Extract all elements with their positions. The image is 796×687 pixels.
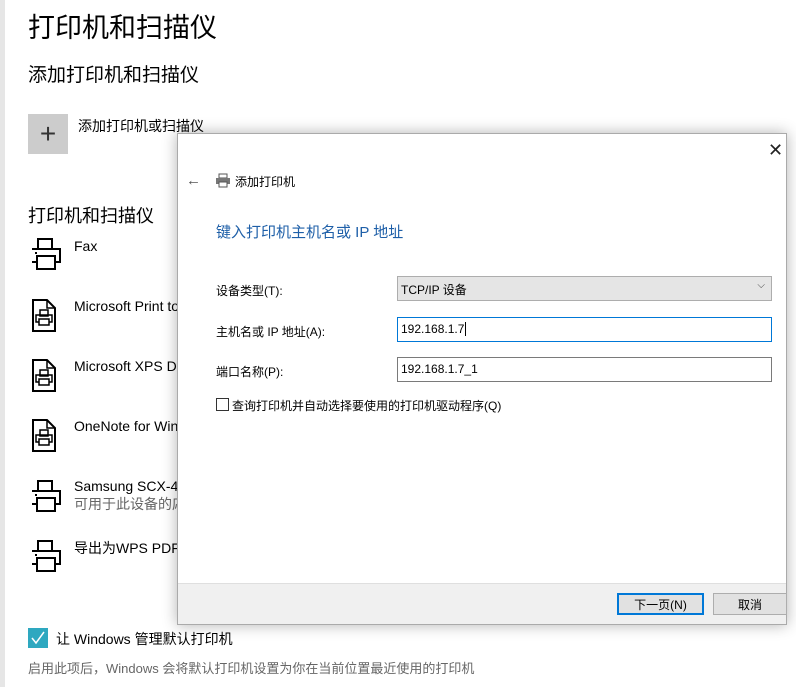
host-input[interactable]: 192.168.1.7 bbox=[397, 317, 772, 342]
add-printer-dialog: ✕ ← 添加打印机 键入打印机主机名或 IP 地址 设备类型(T): TCP/I… bbox=[177, 133, 787, 625]
printer-icon bbox=[28, 538, 64, 574]
printer-list-item[interactable]: Fax bbox=[28, 236, 188, 286]
left-edge-strip bbox=[0, 0, 5, 687]
host-label: 主机名或 IP 地址(A): bbox=[216, 325, 326, 339]
manage-default-description: 启用此项后，Windows 会将默认打印机设置为你在当前位置最近使用的打印机 bbox=[28, 661, 475, 676]
printer-status: 可用于此设备的応 bbox=[74, 496, 186, 512]
add-printer-button[interactable]: + bbox=[28, 114, 68, 154]
printer-list-item[interactable]: OneNote for Win bbox=[28, 416, 188, 466]
printer-icon bbox=[28, 236, 64, 272]
next-button[interactable]: 下一页(N) bbox=[617, 593, 704, 615]
document-printer-icon bbox=[28, 298, 64, 334]
printer-name: Microsoft XPS Do bbox=[74, 358, 185, 374]
manage-default-checkbox[interactable] bbox=[28, 628, 48, 648]
device-type-value: TCP/IP 设备 bbox=[401, 283, 467, 297]
printers-section-title: 打印机和扫描仪 bbox=[28, 206, 154, 226]
close-button[interactable]: ✕ bbox=[768, 140, 783, 161]
page-title: 打印机和扫描仪 bbox=[28, 13, 217, 43]
printer-name: Microsoft Print to bbox=[74, 298, 180, 314]
check-icon bbox=[31, 631, 45, 645]
printer-name: 导出为WPS PDF bbox=[74, 540, 180, 556]
printer-name: Samsung SCX-46 bbox=[74, 478, 187, 494]
printer-icon bbox=[216, 173, 230, 188]
query-driver-label[interactable]: 查询打印机并自动选择要使用的打印机驱动程序(Q) bbox=[232, 397, 501, 414]
printer-list-item[interactable]: Microsoft Print to bbox=[28, 296, 188, 346]
add-section-title: 添加打印机和扫描仪 bbox=[28, 65, 200, 86]
back-arrow-icon[interactable]: ← bbox=[186, 172, 201, 189]
printer-name: Fax bbox=[74, 238, 98, 254]
dialog-title: 添加打印机 bbox=[235, 175, 296, 189]
device-type-select[interactable]: TCP/IP 设备 ⌵ bbox=[397, 276, 772, 301]
document-printer-icon bbox=[28, 418, 64, 454]
document-printer-icon bbox=[28, 358, 64, 394]
printer-list-item[interactable]: Microsoft XPS Do bbox=[28, 356, 188, 406]
printer-list-item[interactable]: Samsung SCX-46 可用于此设备的応 bbox=[28, 476, 188, 526]
printer-list-item[interactable]: 导出为WPS PDF bbox=[28, 536, 188, 586]
printer-name: OneNote for Win bbox=[74, 418, 179, 434]
manage-default-label[interactable]: 让 Windows 管理默认打印机 bbox=[56, 629, 233, 649]
port-value: 192.168.1.7_1 bbox=[401, 362, 478, 376]
host-value: 192.168.1.7 bbox=[401, 322, 465, 336]
port-input[interactable]: 192.168.1.7_1 bbox=[397, 357, 772, 382]
device-type-label: 设备类型(T): bbox=[216, 284, 283, 298]
printer-icon bbox=[28, 478, 64, 514]
cancel-button[interactable]: 取消 bbox=[713, 593, 787, 615]
plus-icon: + bbox=[39, 118, 57, 149]
dialog-heading: 键入打印机主机名或 IP 地址 bbox=[216, 224, 404, 241]
port-label: 端口名称(P): bbox=[216, 365, 284, 379]
query-driver-checkbox[interactable] bbox=[216, 398, 229, 411]
chevron-down-icon: ⌵ bbox=[757, 280, 765, 291]
